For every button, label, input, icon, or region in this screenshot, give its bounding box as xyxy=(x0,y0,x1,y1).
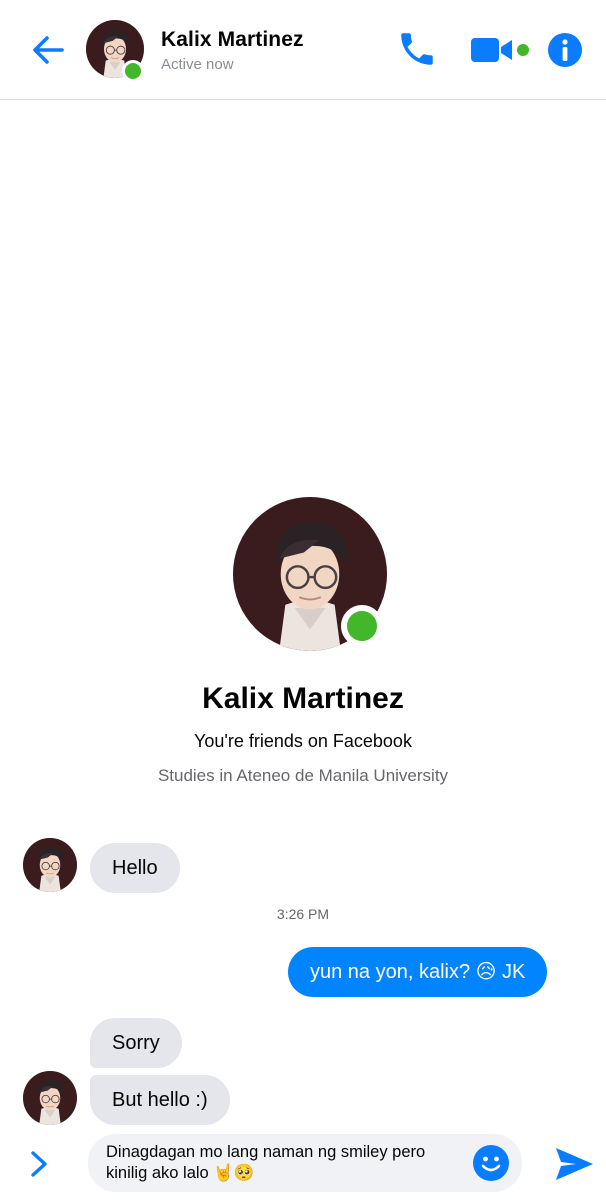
studies-line: Studies in Ateneo de Manila University xyxy=(157,766,449,785)
emoji-button[interactable] xyxy=(472,1144,510,1182)
message-timestamp: 3:26 PM xyxy=(276,906,330,922)
message-sender-avatar[interactable] xyxy=(23,838,77,892)
expand-actions-button[interactable] xyxy=(22,1146,56,1182)
conversation-header: Kalix Martinez Active now xyxy=(0,0,606,100)
chevron-right-icon xyxy=(31,1151,47,1177)
message-sender-avatar[interactable] xyxy=(23,1071,77,1125)
info-icon xyxy=(548,33,582,67)
video-camera-icon xyxy=(471,38,529,62)
outgoing-message-bubble[interactable]: yun na yon, kalix? 😥 JK xyxy=(288,947,548,997)
send-button[interactable] xyxy=(552,1142,596,1186)
message-input[interactable]: Dinagdagan mo lang naman ng smiley pero … xyxy=(88,1134,522,1192)
incoming-message-bubble[interactable]: But hello :) xyxy=(90,1075,230,1125)
back-arrow-icon xyxy=(33,36,64,64)
info-button[interactable] xyxy=(546,31,584,69)
contact-name[interactable]: Kalix Martinez xyxy=(161,28,304,52)
profile-name: Kalix Martinez xyxy=(202,682,404,715)
message-input-text[interactable]: Dinagdagan mo lang naman ng smiley pero … xyxy=(106,1142,466,1184)
active-status-dot xyxy=(122,60,144,82)
video-call-button[interactable] xyxy=(468,30,532,70)
contact-status: Active now xyxy=(161,56,234,73)
voice-call-button[interactable] xyxy=(396,28,438,70)
back-button[interactable] xyxy=(28,30,68,70)
phone-icon xyxy=(401,33,433,65)
incoming-message-bubble[interactable]: Sorry xyxy=(90,1018,182,1068)
friends-line: You're friends on Facebook xyxy=(194,731,412,751)
incoming-message-bubble[interactable]: Hello xyxy=(90,843,180,893)
smiley-icon xyxy=(473,1145,509,1181)
send-icon xyxy=(556,1148,593,1180)
profile-active-dot xyxy=(341,605,383,647)
